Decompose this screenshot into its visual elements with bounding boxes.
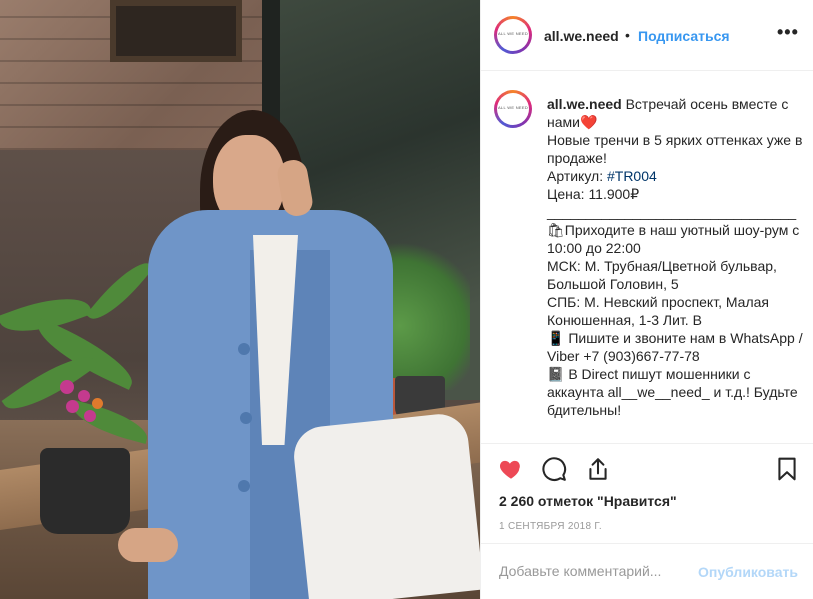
spb-address: СПБ: М. Невский проспект, Малая Конюшенн… [547,294,769,328]
likes-count[interactable]: 2 260 отметок "Нравится" [499,493,677,509]
warning-text: 📓 В Direct пишут мошенники с аккаунта al… [547,366,798,418]
avatar[interactable]: ALL WE NEED [494,16,532,54]
sku-label: Артикул: [547,168,607,184]
leaf [85,253,155,329]
more-options-icon[interactable]: ••• [777,22,799,43]
caption-text: Новые тренчи в 5 ярких оттенках уже в пр… [547,132,803,166]
post-caption: all.we.need Встречай осень вместе с нами… [547,95,805,419]
white-trousers [291,411,480,599]
flower [78,390,90,402]
avatar[interactable]: ALL WE NEED [494,90,532,128]
post-date[interactable]: 1 сентября 2018 г. [499,521,602,532]
separator-dot: • [625,27,630,43]
flower [66,400,79,413]
publish-button[interactable]: Опубликовать [698,564,798,580]
post-sidebar: ALL WE NEED all.we.need • Подписаться ••… [480,0,813,599]
username-link[interactable]: all.we.need [544,28,619,44]
msk-address: МСК: М. Трубная/Цветной бульвар, Большой… [547,258,777,292]
add-comment-bar: Опубликовать [481,543,813,599]
wicker-pot [40,448,130,534]
post-header: ALL WE NEED all.we.need • Подписаться ••… [481,0,813,71]
wall-picture-frame [110,0,242,62]
caption-area: ALL WE NEED all.we.need Встречай осень в… [481,71,813,443]
follow-button[interactable]: Подписаться [638,28,730,44]
caption-username[interactable]: all.we.need [547,96,622,112]
coat-button [240,412,252,424]
price-text: Цена: 11.900₽ [547,186,640,202]
comment-icon[interactable] [541,456,567,482]
coat-button [238,480,250,492]
comment-input[interactable] [499,563,689,579]
avatar-text: ALL WE NEED [497,31,529,36]
model-hand [118,528,178,562]
flower [84,410,96,422]
heart-icon[interactable] [498,456,524,482]
flower [92,398,103,409]
post-photo[interactable] [0,0,480,599]
coat-button [238,343,250,355]
instagram-post: ALL WE NEED all.we.need • Подписаться ••… [0,0,813,599]
divider-text: ________________________________ [547,204,797,220]
flower [60,380,74,394]
showroom-text: 🛍Приходите в наш уютный шоу-рум с 10:00 … [547,222,800,256]
bookmark-icon[interactable] [774,456,800,482]
share-icon[interactable] [585,456,611,482]
contact-text: 📱 Пишите и звоните нам в WhatsApp / Vibe… [547,330,803,364]
action-bar [481,443,813,493]
hashtag-link[interactable]: #TR004 [607,168,657,184]
avatar-text: ALL WE NEED [497,105,529,110]
